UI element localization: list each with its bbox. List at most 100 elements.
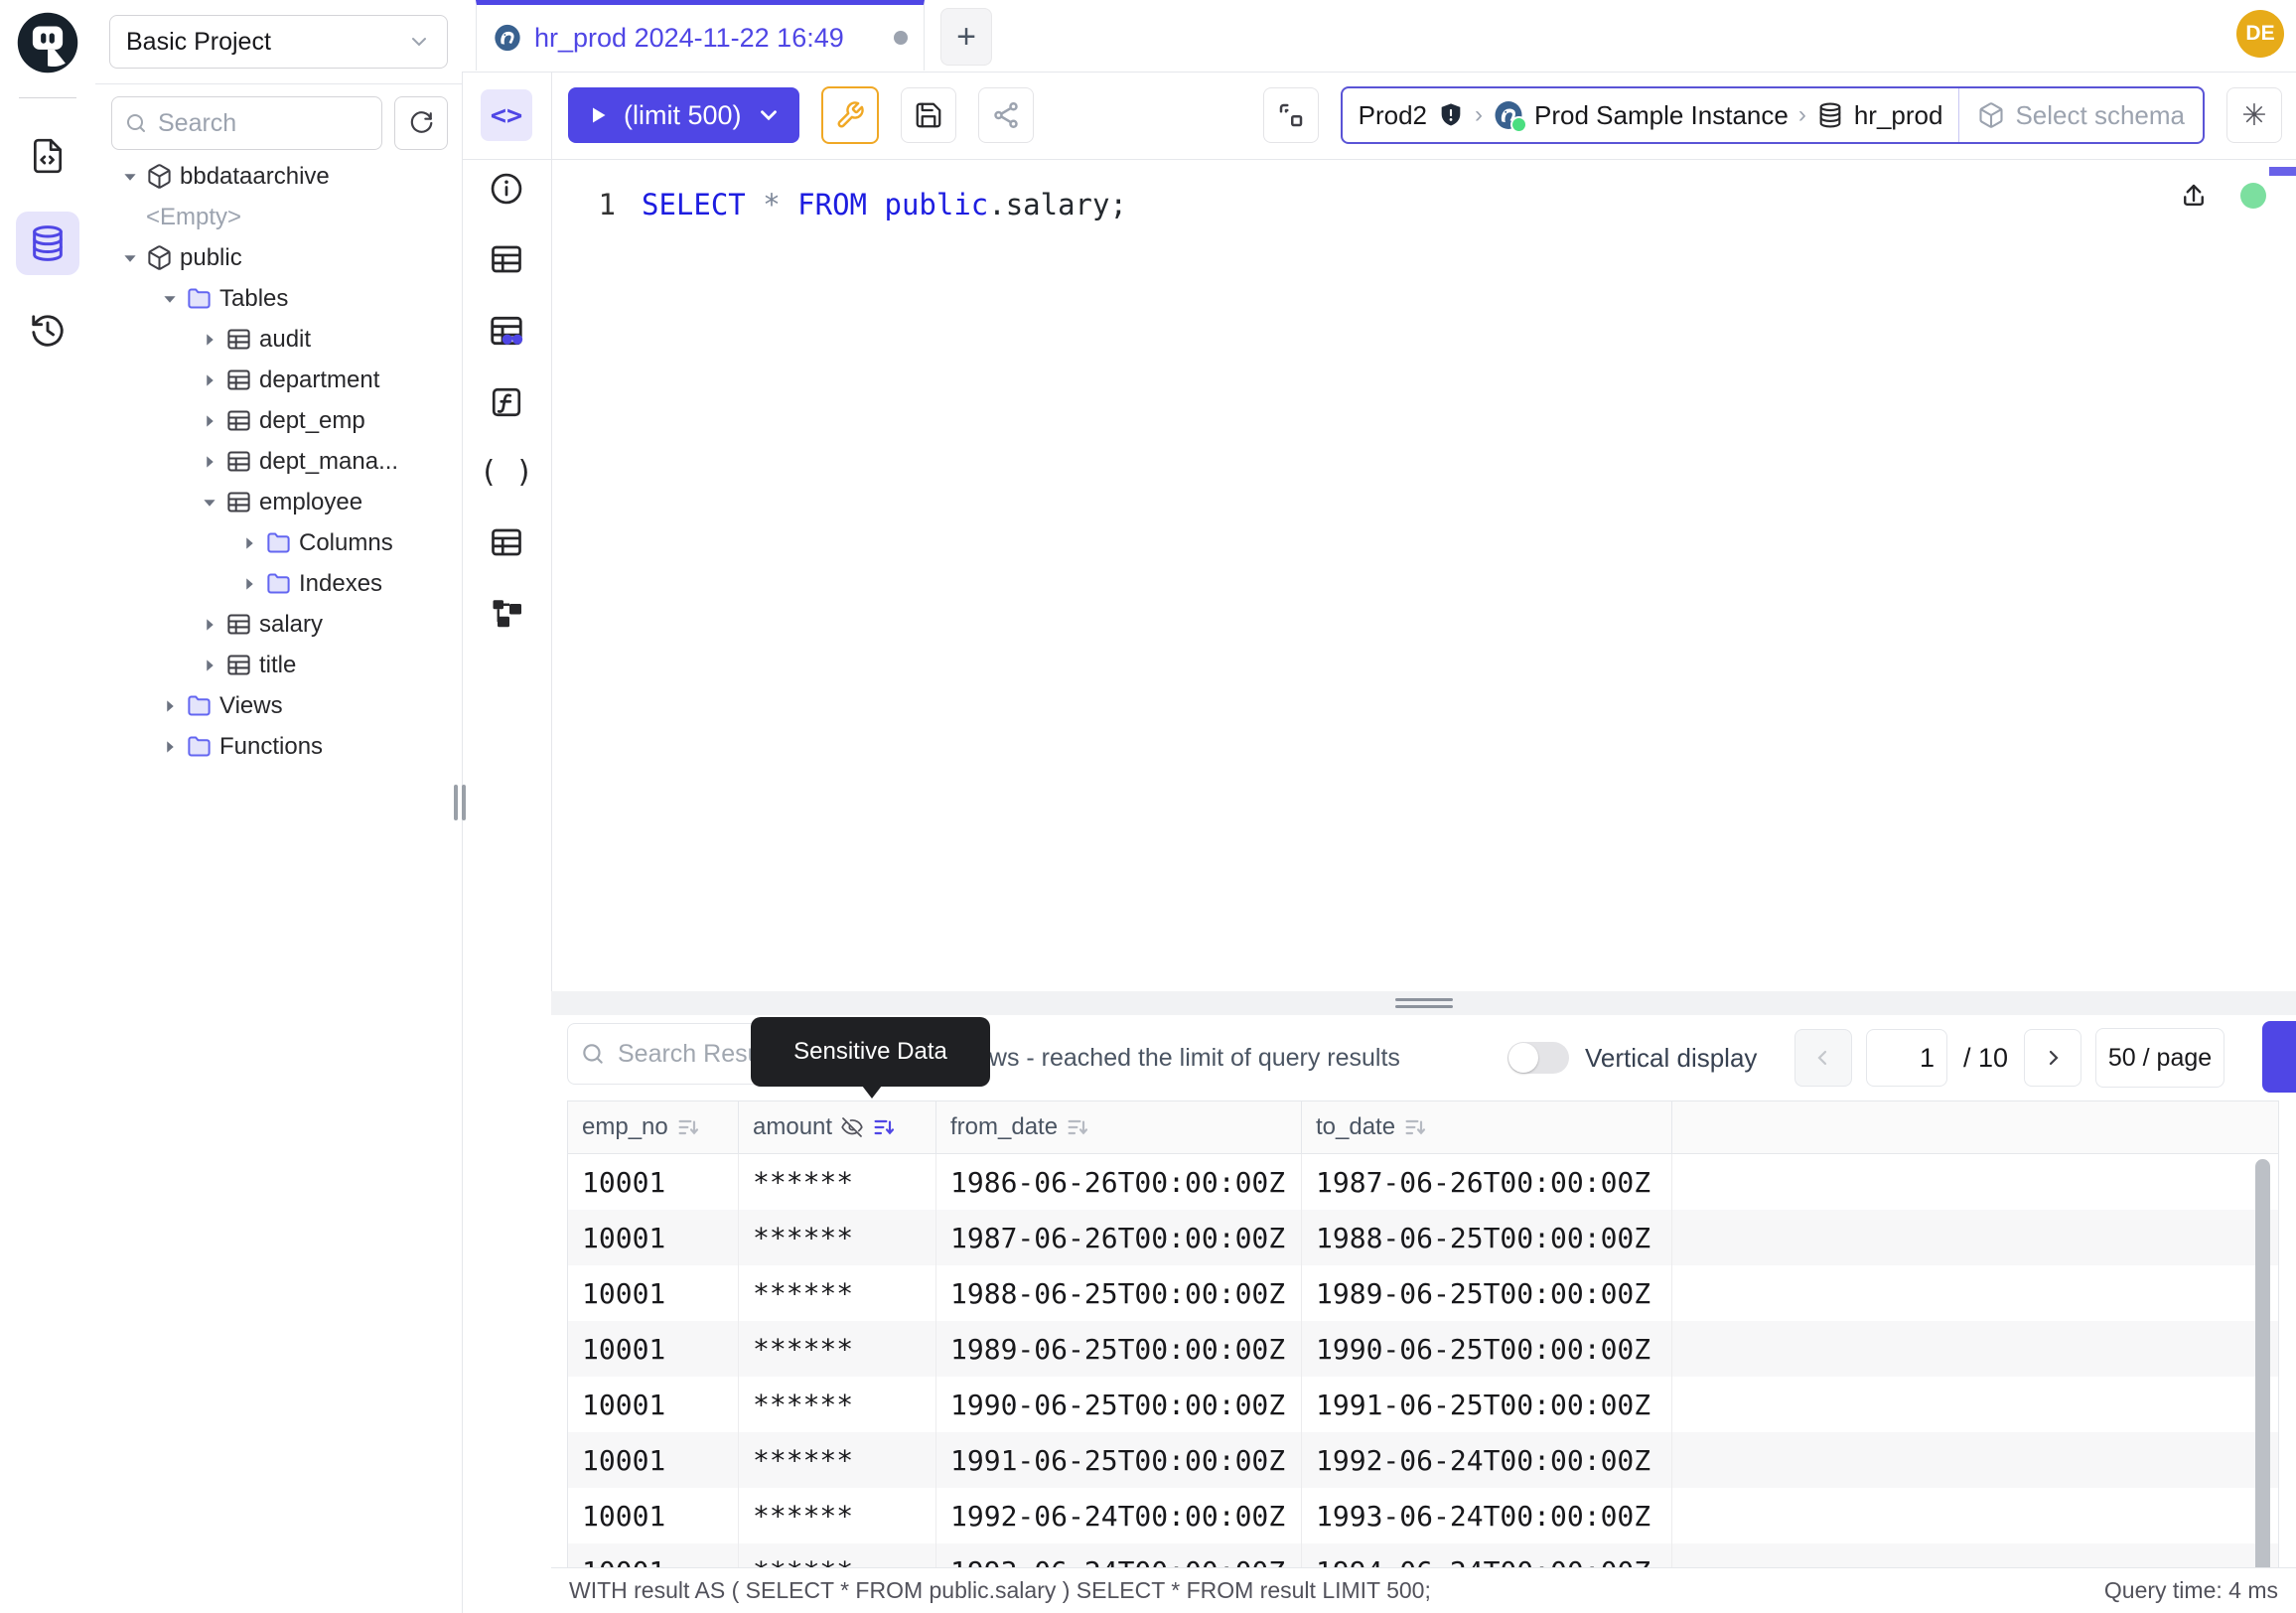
sql-editor-app: Basic Project Search bbdataarchive<Empty… [0,0,2296,1613]
cell-amount: ****** [739,1321,936,1377]
table-row[interactable]: 10001 ****** 1987-06-26T00:00:00Z 1988-0… [568,1210,2278,1265]
refresh-schema-button[interactable] [394,96,448,150]
caret-right-icon[interactable] [160,696,186,716]
sort-icon[interactable] [676,1115,700,1139]
sidebar-search-row: Search [95,84,462,150]
folder-icon [186,733,219,760]
caret-down-icon[interactable] [120,248,146,268]
caret-down-icon[interactable] [160,289,186,309]
table-info-icon[interactable] [489,241,524,277]
table-row[interactable]: 10001 ****** 1993-06-24T00:00:00Z 1994-0… [568,1543,2278,1567]
tree-item-employee[interactable]: employee [95,482,462,522]
connection-button[interactable] [1263,87,1319,143]
cell-to_date: 1990-06-25T00:00:00Z [1302,1321,1672,1377]
caret-right-icon[interactable] [200,615,225,635]
project-selector[interactable]: Basic Project [109,15,448,69]
table-row[interactable]: 10001 ****** 1988-06-25T00:00:00Z 1989-0… [568,1265,2278,1321]
worksheet-tab[interactable]: hr_prod 2024-11-22 16:49 [476,0,925,71]
sort-icon-active[interactable] [872,1115,896,1139]
vertical-display-toggle[interactable] [1507,1042,1569,1074]
table-row[interactable]: 10001 ****** 1989-06-25T00:00:00Z 1990-0… [568,1321,2278,1377]
strip-top-cell: <> [462,72,552,159]
caret-right-icon[interactable] [239,574,265,594]
column-header-emp-no[interactable]: emp_no [568,1101,739,1153]
history-nav-button[interactable] [16,299,79,363]
tree-item-bbdataarchive[interactable]: bbdataarchive [95,156,462,197]
caret-right-icon[interactable] [200,411,225,431]
caret-down-icon[interactable] [200,493,225,513]
table-row[interactable]: 10001 ****** 1990-06-25T00:00:00Z 1991-0… [568,1377,2278,1432]
code-panel-toggle[interactable]: <> [481,89,532,141]
table-row[interactable]: 10001 ****** 1992-06-24T00:00:00Z 1993-0… [568,1488,2278,1543]
history-icon [29,312,67,350]
tree-item-salary[interactable]: salary [95,604,462,645]
export-button[interactable] [2262,1021,2296,1093]
code-icon: <> [491,100,523,131]
prev-page-button[interactable] [1794,1029,1852,1087]
tree-item-functions[interactable]: Functions [95,726,462,767]
function-icon[interactable] [489,384,524,420]
code-line-1: 1 SELECT * FROM public.salary; [552,183,2296,226]
search-placeholder: Search [158,109,236,138]
user-avatar[interactable]: DE [2236,10,2284,58]
save-button[interactable] [901,87,956,143]
panel-resize-divider[interactable] [551,991,2296,1015]
tree-item-department[interactable]: department [95,360,462,400]
sidebar-search-input[interactable]: Search [111,96,382,150]
tree-item-columns[interactable]: Columns [95,522,462,563]
column-header-amount[interactable]: amount [739,1101,936,1153]
run-query-button[interactable]: (limit 500) [568,87,799,143]
parentheses-icon[interactable]: ( ) [480,455,533,490]
play-icon [586,103,610,127]
rail-divider [19,97,76,98]
table-scrollbar[interactable] [2255,1159,2270,1567]
bytebase-logo[interactable] [15,10,80,75]
caret-right-icon[interactable] [200,656,225,675]
caret-right-icon[interactable] [160,737,186,757]
database-nav-button[interactable] [16,212,79,275]
schema-selector[interactable]: Select schema [1958,88,2203,142]
sensitive-data-table-icon[interactable] [488,312,525,350]
database-icon [1816,101,1844,129]
tree-item-indexes[interactable]: Indexes [95,563,462,604]
table-row[interactable]: 10001 ****** 1991-06-25T00:00:00Z 1992-0… [568,1432,2278,1488]
worksheet-nav-button[interactable] [16,124,79,188]
format-sql-button[interactable] [821,86,879,144]
tree-item-tables[interactable]: Tables [95,278,462,319]
share-button[interactable] [978,87,1034,143]
caret-right-icon[interactable] [239,533,265,553]
table-data-icon[interactable] [489,524,524,560]
sort-icon[interactable] [1066,1115,1089,1139]
column-header-to-date[interactable]: to_date [1302,1101,1672,1153]
tree-item-audit[interactable]: audit [95,319,462,360]
page-number-input[interactable]: 1 [1866,1029,1947,1087]
tree-item-dept-mana[interactable]: dept_mana... [95,441,462,482]
upload-icon[interactable] [2179,181,2209,211]
tab-bar: hr_prod 2024-11-22 16:49 + DE [462,0,2296,73]
caret-down-icon[interactable] [120,167,146,187]
run-options-chevron-icon[interactable] [756,102,782,128]
tree-item-empty[interactable]: <Empty> [95,197,462,237]
tree-item-views[interactable]: Views [95,685,462,726]
caret-right-icon[interactable] [200,452,225,472]
tree-item-title[interactable]: title [95,645,462,685]
next-page-button[interactable] [2024,1029,2081,1087]
ai-assistant-button[interactable]: ✳ [2226,87,2282,143]
caret-right-icon[interactable] [200,330,225,350]
connection-breadcrumb[interactable]: Prod2 › Prod Sample Instance › hr_prod [1341,86,2205,144]
column-header-from-date[interactable]: from_date [936,1101,1302,1153]
page-size-select[interactable]: 50 / page [2095,1028,2224,1088]
query-time: Query time: 4 ms [2104,1577,2278,1604]
new-tab-button[interactable]: + [940,8,992,66]
toolbar-row: <> (limit 500) [462,72,2296,160]
schema-diagram-icon[interactable] [489,595,524,631]
table-icon [225,407,259,434]
tree-item-dept-emp[interactable]: dept_emp [95,400,462,441]
info-icon[interactable] [489,171,524,207]
table-row[interactable]: 10001 ****** 1986-06-26T00:00:00Z 1987-0… [568,1154,2278,1210]
sql-editor[interactable]: 1 SELECT * FROM public.salary; [552,159,2296,991]
cell-to_date: 1987-06-26T00:00:00Z [1302,1154,1672,1210]
sort-icon[interactable] [1403,1115,1427,1139]
tree-item-public[interactable]: public [95,237,462,278]
caret-right-icon[interactable] [200,370,225,390]
